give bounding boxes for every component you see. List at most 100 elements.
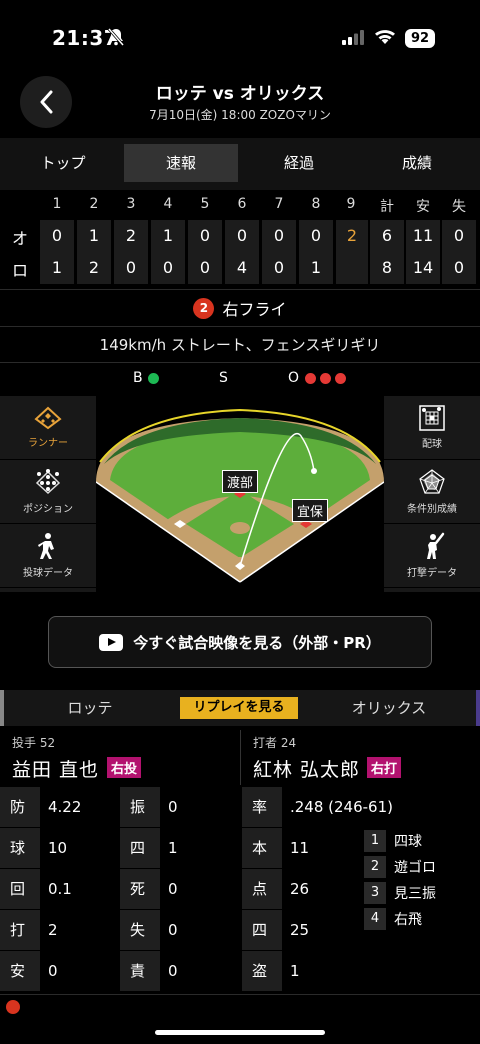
score-cell: 0: [188, 220, 222, 252]
team-tab-home[interactable]: ロッテ: [4, 690, 176, 726]
at-bat-history: 1 四球 2 遊ゴロ 3 見三振 4 右飛: [364, 828, 480, 932]
stat-label: 四: [120, 828, 160, 868]
balls-label: B: [133, 370, 143, 386]
game-header: ロッテ vs オリックス 7月10日(金) 18:00 ZOZOマリン: [0, 70, 480, 138]
menu-split-stats[interactable]: 条件別成績: [384, 460, 480, 524]
stat-label: 防: [0, 787, 40, 827]
stat-value: 4.22: [48, 798, 82, 816]
stat-label: 振: [120, 787, 160, 827]
stat-value: 0: [168, 962, 178, 980]
game-subtitle: 7月10日(金) 18:00 ZOZOマリン: [149, 108, 331, 122]
video-play-icon: [99, 633, 124, 651]
stat-value: 0: [48, 962, 58, 980]
stat-value: 26: [290, 880, 310, 898]
game-title: ロッテ vs オリックス: [155, 84, 325, 104]
menu-label: ランナー: [28, 438, 68, 449]
at-bat-number: 2: [364, 856, 386, 878]
menu-position[interactable]: ポジション: [0, 460, 96, 524]
replay-button[interactable]: リプレイを見る: [180, 697, 298, 719]
list-item: 3 見三振: [364, 880, 480, 906]
inning-header: 5: [200, 196, 210, 212]
inning-header: 3: [126, 196, 136, 212]
menu-label: 条件別成績: [407, 504, 457, 515]
list-item: 4 右飛: [364, 906, 480, 932]
stat-value: 0.1: [48, 880, 72, 898]
stat-label: 点: [242, 869, 282, 909]
strikes-label: S: [219, 370, 228, 386]
status-bar: 21:37 92: [0, 0, 480, 70]
stat-value: 1: [290, 962, 300, 980]
stat-value: 0: [168, 798, 178, 816]
stat-label: 本: [242, 828, 282, 868]
score-cell: 0: [114, 252, 148, 284]
score-cell: 1: [40, 252, 74, 284]
score-cell: 0: [40, 220, 74, 252]
next-play-badge: [6, 1000, 20, 1014]
pitcher-info[interactable]: 投手 52 益田 直也 右投: [0, 730, 239, 785]
score-cell: 4: [225, 252, 259, 284]
out-indicator: [335, 373, 346, 384]
stat-label: 責: [120, 951, 160, 991]
at-bat-result: 遊ゴロ: [394, 860, 436, 876]
inning-header: 8: [311, 196, 321, 212]
tab-top[interactable]: トップ: [6, 144, 120, 182]
stat-label: 回: [0, 869, 40, 909]
stat-row: 安 0 責 0 盗 1: [0, 951, 480, 991]
radar-chart-icon: [419, 469, 445, 494]
cellular-signal-icon: [342, 30, 364, 49]
pitch-grid-icon: [419, 405, 445, 431]
stat-label: 打: [0, 910, 40, 950]
tab-stats[interactable]: 成績: [360, 144, 474, 182]
inning-header: 2: [89, 196, 99, 212]
batter-name: 紅林 弘太郎: [253, 759, 361, 781]
team-tab-away[interactable]: オリックス: [302, 690, 476, 726]
at-bat-result: 見三振: [394, 886, 436, 902]
score-cell-current: 2: [336, 220, 368, 252]
stat-value: 2: [48, 921, 58, 939]
right-side-menu: 配球 条件別成績 打撃データ: [384, 396, 480, 592]
score-cell: 1: [151, 220, 185, 252]
watch-video-button[interactable]: 今すぐ試合映像を見る（外部・PR）: [48, 616, 432, 668]
home-indicator[interactable]: [155, 1030, 325, 1035]
ball-indicator: [148, 373, 159, 384]
menu-batting-data[interactable]: 打撃データ: [384, 524, 480, 588]
menu-runner[interactable]: ランナー: [0, 396, 96, 460]
total-hits: 11: [406, 220, 440, 252]
inning-header: 7: [274, 196, 284, 212]
total-errors: 0: [442, 220, 476, 252]
team-abbr: ロ: [12, 261, 29, 280]
tab-progress[interactable]: 経過: [242, 144, 356, 182]
errors-header: 失: [452, 199, 466, 215]
inning-header: 9: [346, 196, 356, 212]
wifi-icon: [374, 28, 396, 49]
menu-pitch-chart[interactable]: 配球: [384, 396, 480, 460]
list-item: 1 四球: [364, 828, 480, 854]
batter-info[interactable]: 打者 24 紅林 弘太郎 右打: [241, 730, 480, 785]
at-bat-number: 1: [364, 830, 386, 852]
stat-value: 10: [48, 839, 68, 857]
menu-pitch-data[interactable]: 投球データ: [0, 524, 96, 588]
at-bat-number: 3: [364, 882, 386, 904]
list-item: 2 遊ゴロ: [364, 854, 480, 880]
score-row-lotte: ロ 1 2 0 0 0 4 0 1 8 14 0: [0, 252, 480, 284]
stat-value: 25: [290, 921, 310, 939]
stat-label: 失: [120, 910, 160, 950]
score-cell: 0: [151, 252, 185, 284]
stat-value: 0: [168, 880, 178, 898]
tab-live[interactable]: 速報: [124, 144, 238, 182]
total-errors: 0: [442, 252, 476, 284]
team-tabs: ロッテ リプレイを見る オリックス: [0, 690, 480, 726]
stat-row: 防 4.22 振 0 率 .248 (246-61): [0, 787, 480, 827]
batter-icon: [427, 532, 445, 559]
stat-label: 死: [120, 869, 160, 909]
silent-bell-icon: [107, 28, 125, 50]
inning-header: 4: [163, 196, 173, 212]
play-result: 2 右フライ: [0, 290, 480, 326]
inning-header: 1: [52, 196, 62, 212]
runner-diamond-icon: [34, 406, 62, 430]
batter-role: 打者 24: [253, 736, 297, 750]
stat-label: 四: [242, 910, 282, 950]
out-indicator: [305, 373, 316, 384]
score-cell: 2: [77, 252, 111, 284]
at-bat-number: 4: [364, 908, 386, 930]
